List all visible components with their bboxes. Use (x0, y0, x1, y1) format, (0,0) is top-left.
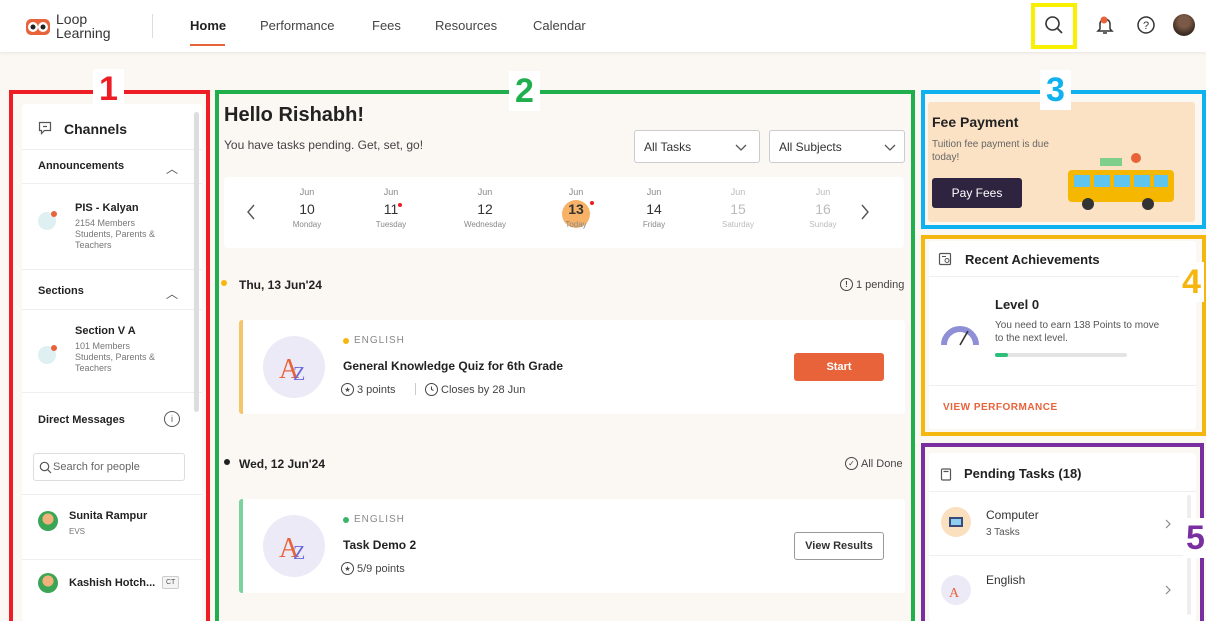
region-2-label: 2 (509, 71, 540, 111)
nav-home[interactable]: Home (190, 18, 226, 33)
top-bar (0, 0, 1206, 52)
search-icon[interactable] (1043, 14, 1065, 36)
app-logo[interactable]: Loop Learning (26, 9, 111, 43)
logo-text-line2: Learning (56, 25, 111, 41)
region-3-outline (921, 90, 1206, 229)
svg-text:?: ? (1143, 20, 1149, 32)
nav-performance[interactable]: Performance (260, 18, 334, 33)
region-4-outline (921, 235, 1206, 436)
region-1-outline (9, 90, 210, 621)
region-5-outline (921, 443, 1204, 621)
help-icon[interactable]: ? (1134, 13, 1158, 37)
nav-resources[interactable]: Resources (435, 18, 497, 33)
region-2-outline (215, 90, 915, 621)
bell-icon[interactable] (1093, 13, 1117, 37)
region-4-label: 4 (1179, 262, 1204, 302)
user-avatar[interactable] (1173, 14, 1195, 36)
region-5-label: 5 (1183, 518, 1206, 558)
nav-active-underline (190, 44, 225, 46)
nav-calendar[interactable]: Calendar (533, 18, 586, 33)
logo-text-line1: Loop (56, 11, 88, 27)
nav-fees[interactable]: Fees (372, 18, 401, 33)
owl-logo-icon (26, 19, 50, 35)
region-1-label: 1 (93, 69, 124, 109)
nav-divider (152, 14, 153, 38)
region-3-label: 3 (1040, 70, 1071, 110)
